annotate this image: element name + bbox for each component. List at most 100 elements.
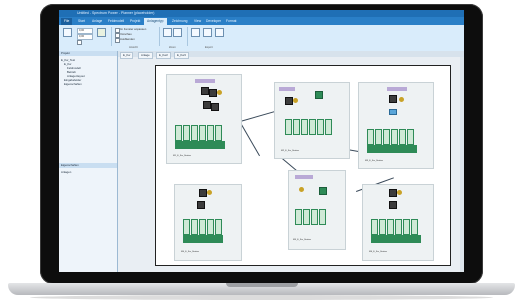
rack-unit: [183, 125, 190, 141]
vertical-scrollbar[interactable]: [460, 57, 464, 272]
device-icon: [389, 201, 397, 209]
export-pdf-icon[interactable]: [215, 28, 224, 37]
station-label: M1_E_Kw_Station: [173, 155, 191, 157]
tab-developer[interactable]: Developer: [203, 18, 224, 25]
rack-unit: [375, 129, 382, 145]
device-icon: [397, 190, 402, 195]
laptop-screen: Untitled - Spectrum Power - Planner (pla…: [59, 10, 464, 272]
rack-unit: [301, 119, 308, 135]
doc-tab[interactable]: Anlage: [138, 52, 153, 59]
device-icon: [389, 95, 397, 103]
rack-unit: [303, 209, 310, 225]
tab-anlage[interactable]: Anlage: [89, 18, 105, 25]
ribbon-separator: [111, 27, 112, 46]
export-icon[interactable]: [191, 28, 200, 37]
fit-checkbox[interactable]: [77, 40, 82, 45]
rack-unit: [295, 209, 302, 225]
rack-unit: [403, 219, 410, 235]
device-icon: [315, 91, 323, 99]
rack-base: [183, 235, 223, 243]
device-icon: [207, 190, 212, 195]
doc-tab[interactable]: E_Kw3: [174, 52, 189, 59]
ribbon-separator: [187, 27, 188, 46]
rack-unit: [411, 219, 418, 235]
tab-format[interactable]: Format: [223, 18, 239, 25]
station-header: [279, 87, 295, 91]
rack-unit: [207, 219, 214, 235]
rack-unit: [367, 129, 374, 145]
station-header: [387, 87, 407, 91]
tab-zeichnung[interactable]: Zeichnung: [169, 18, 190, 25]
station-label: M5_E_Kw_Station: [293, 239, 311, 241]
station-label: M2_E_Kw_Station: [281, 150, 299, 152]
device-icon: [211, 103, 219, 111]
tree-item[interactable]: Anlagen: [61, 170, 71, 174]
tab-feldmodell[interactable]: Feldmodell: [105, 18, 127, 25]
device-icon: [389, 189, 397, 197]
window-titlebar: Untitled - Spectrum Power - Planner (pla…: [59, 10, 464, 17]
ribbon-panel: 0,00 0,00 Im Fenster anpassen Vorschau A…: [59, 25, 464, 52]
rack-unit: [309, 119, 316, 135]
station-cluster[interactable]: M6_E_Kw_Station: [362, 184, 434, 261]
station-label: M3_E_Kw_Station: [365, 160, 383, 162]
rack-unit: [317, 119, 324, 135]
tab-file[interactable]: File: [61, 18, 73, 25]
device-icon: [199, 189, 207, 197]
rack-unit: [199, 219, 206, 235]
group-label-export: Export: [205, 46, 213, 49]
tab-anlagentyp[interactable]: Anlagentyp: [144, 18, 167, 25]
rack-unit: [407, 129, 414, 145]
document-tabs: E_Kw Anlage E_Kw2 E_Kw3: [118, 51, 464, 59]
layout-icon[interactable]: [97, 28, 106, 37]
station-cluster[interactable]: M2_E_Kw_Station: [274, 82, 350, 159]
rack-unit: [319, 209, 326, 225]
rack-unit: [215, 125, 222, 141]
laptop-notch: [226, 283, 298, 287]
diagram-canvas[interactable]: M1_E_Kw_Station M2_E_Kw_Station M3_E_Kw_…: [155, 65, 451, 266]
tree-item[interactable]: Eigenschaften: [64, 82, 85, 86]
rack-unit: [383, 129, 390, 145]
page-icon[interactable]: [63, 28, 72, 37]
station-cluster[interactable]: M5_E_Kw_Station: [288, 170, 346, 250]
rack-unit: [399, 129, 406, 145]
station-label: M6_E_Kw_Station: [369, 251, 387, 253]
rack-unit: [199, 125, 206, 141]
properties-header: Eigenschaften: [59, 163, 117, 168]
zoom-in-icon[interactable]: [163, 28, 172, 37]
rack-unit: [311, 209, 318, 225]
rack-unit: [285, 119, 292, 135]
ribbon-separator: [159, 27, 160, 46]
left-panel: Projekt E_Kw_Test E_Kw Feldmodell Betrie…: [59, 51, 118, 272]
station-cluster[interactable]: M1_E_Kw_Station: [166, 74, 242, 164]
laptop-shadow: [30, 295, 493, 300]
ribbon-tabs: File Start Anlage Feldmodell Projekt Anl…: [59, 17, 464, 25]
rack-unit: [395, 219, 402, 235]
device-icon: [209, 89, 217, 97]
device-icon: [197, 201, 205, 209]
doc-tab[interactable]: E_Kw2: [156, 52, 171, 59]
station-cluster[interactable]: M3_E_Kw_Station: [358, 82, 434, 169]
rack-unit: [175, 125, 182, 141]
tab-start[interactable]: Start: [75, 18, 88, 25]
rack-unit: [387, 219, 394, 235]
station-cluster[interactable]: M4_E_Kw_Station: [174, 184, 242, 261]
device-icon: [285, 97, 293, 105]
zoom-out-icon[interactable]: [173, 28, 182, 37]
rack-unit: [215, 219, 222, 235]
group-label-zoom: Zoom: [169, 46, 176, 49]
device-icon: [203, 101, 211, 109]
station-label: M4_E_Kw_Station: [181, 251, 199, 253]
station-header: [295, 175, 313, 179]
project-tree: E_Kw_Test E_Kw Feldmodell Betrieb Anlage…: [61, 58, 85, 86]
window-title: Untitled - Spectrum Power - Planner (pla…: [77, 11, 155, 15]
rack-unit: [191, 125, 198, 141]
doc-tab[interactable]: E_Kw: [120, 52, 134, 59]
rack-unit: [391, 129, 398, 145]
rack-base: [371, 235, 421, 243]
export-image-icon[interactable]: [203, 28, 212, 37]
device-icon: [201, 87, 209, 95]
tree-header: Projekt: [59, 51, 117, 56]
tab-projekt[interactable]: Projekt: [127, 18, 143, 25]
device-icon: [217, 90, 222, 95]
check-hide-label: Ausblenden: [120, 37, 135, 41]
